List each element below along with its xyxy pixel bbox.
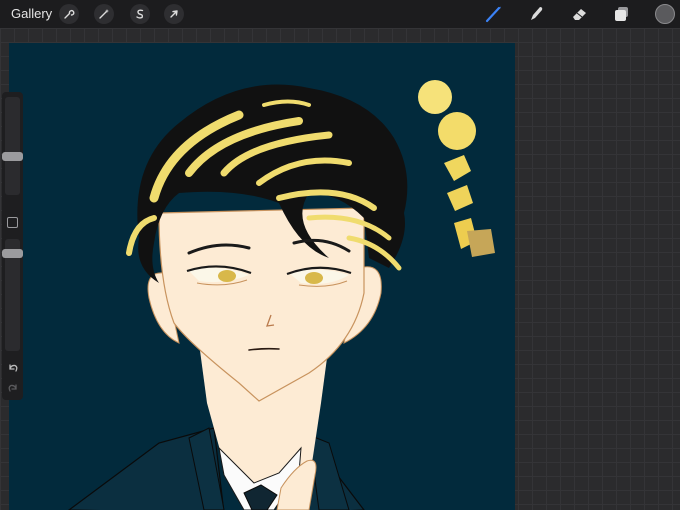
redo-icon [8,383,17,392]
color-picker-button[interactable] [655,4,675,24]
gallery-button[interactable]: Gallery [11,6,52,21]
modify-button[interactable] [7,217,18,228]
opacity-slider[interactable] [2,239,23,351]
actions-button[interactable] [59,4,79,24]
wrench-icon [64,9,75,19]
redo-button[interactable] [5,380,20,395]
drawing-canvas[interactable] [9,43,515,510]
swatch-2 [438,112,476,150]
top-toolbar: Gallery [0,0,680,28]
brush-icon [485,6,501,23]
arrow-cursor-icon [170,10,178,18]
selection-button[interactable] [130,4,150,24]
undo-icon [8,363,17,372]
layers-icon [615,7,628,21]
sidebar [2,92,23,400]
smudge-icon [531,7,543,20]
selection-s-icon [136,9,144,19]
eraser-icon [573,9,586,20]
eraser-tool-button[interactable] [569,3,591,25]
undo-button[interactable] [5,360,20,375]
brush-size-thumb[interactable] [2,152,23,161]
brush-tool-button[interactable] [483,3,505,25]
adjustments-button[interactable] [94,4,114,24]
layers-tool-button[interactable] [611,3,633,25]
swatch-6 [467,229,495,257]
transform-button[interactable] [164,4,184,24]
smudge-tool-button[interactable] [526,3,548,25]
swatch-1 [418,80,452,114]
magic-wand-icon [99,9,109,19]
artwork [9,43,515,510]
opacity-thumb[interactable] [2,249,23,258]
brush-size-slider[interactable] [2,97,23,195]
